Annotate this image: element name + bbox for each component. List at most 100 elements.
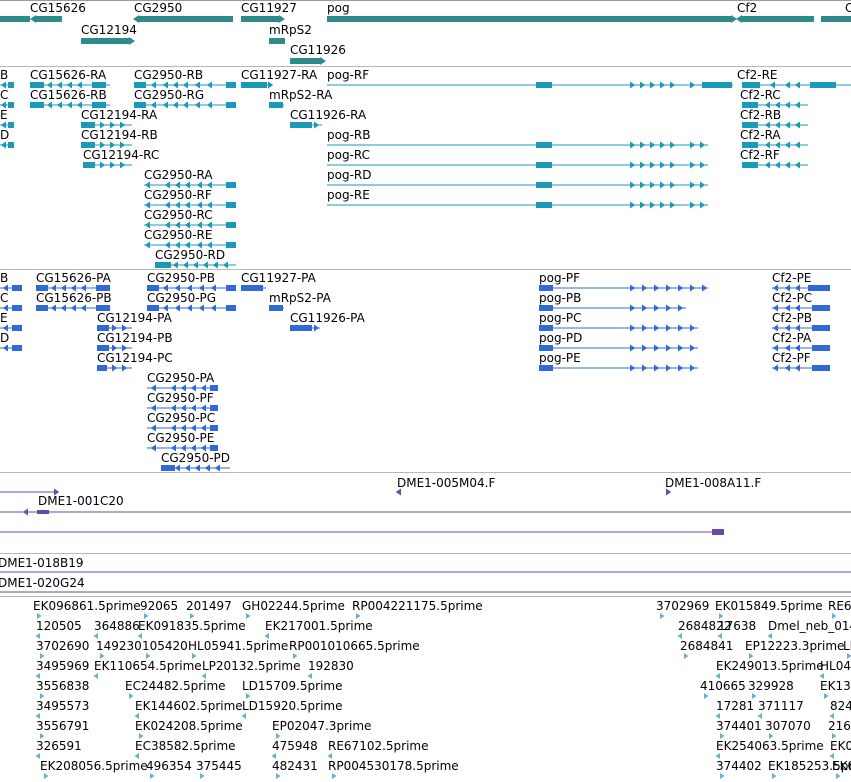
exon-block[interactable] xyxy=(536,182,552,188)
exon-block[interactable] xyxy=(12,305,22,311)
est-label[interactable]: EK0 xyxy=(830,739,851,753)
est-label[interactable]: HL04 xyxy=(820,659,851,673)
exon-block[interactable] xyxy=(536,202,552,208)
exon-block[interactable] xyxy=(8,102,14,108)
est-label[interactable]: 92065 xyxy=(140,599,178,613)
gene-label[interactable]: pog xyxy=(327,1,350,15)
est-label[interactable]: RE67102.5prime xyxy=(328,739,429,753)
transcript-label[interactable]: pog-RB xyxy=(327,128,370,142)
exon-block[interactable] xyxy=(226,222,236,228)
exon-block[interactable] xyxy=(12,325,22,331)
protein-label[interactable]: CG12194-PA xyxy=(97,311,172,325)
est-label[interactable]: 374401 xyxy=(716,719,762,733)
est-label[interactable]: GH02244.5prime xyxy=(242,599,345,613)
gene-label[interactable]: Cf2 xyxy=(737,1,757,15)
transcript-label[interactable]: CG2950-RC xyxy=(144,208,213,222)
est-label[interactable]: EK110654.5prime xyxy=(94,659,202,673)
est-label[interactable]: 201497 xyxy=(186,599,232,613)
exon-block[interactable] xyxy=(155,262,171,268)
transcript-label[interactable]: Cf2-RA xyxy=(740,128,781,142)
est-label[interactable]: 3556791 xyxy=(36,719,89,733)
transcript-label[interactable]: CG12194-RB xyxy=(81,128,158,142)
est-label[interactable]: LP20132.5prime xyxy=(202,659,301,673)
transcript-label[interactable]: D xyxy=(0,128,9,142)
transcript-label[interactable]: CG11926-RA xyxy=(290,108,366,122)
est-label[interactable]: EK13 xyxy=(820,679,851,693)
transcript-label[interactable]: CG2950-RG xyxy=(134,88,204,102)
est-label[interactable]: 149230 xyxy=(96,639,142,653)
exon-block[interactable] xyxy=(536,142,552,148)
exon-block[interactable] xyxy=(539,365,553,371)
clone-block[interactable] xyxy=(712,529,724,535)
est-label[interactable]: EK144602.5prime xyxy=(135,699,243,713)
est-label[interactable]: 307070 xyxy=(765,719,811,733)
exon-block[interactable] xyxy=(226,242,236,248)
gene-label[interactable]: CG2950 xyxy=(134,1,182,15)
est-label[interactable]: 824 xyxy=(830,699,851,713)
transcript-label[interactable]: Cf2-RF xyxy=(740,148,780,162)
est-label[interactable]: 496354 xyxy=(146,759,192,773)
clone-block[interactable] xyxy=(37,510,49,514)
protein-label[interactable]: Cf2-PC xyxy=(772,291,812,305)
est-label[interactable]: RP001010665.5prime xyxy=(289,639,420,653)
transcript-label[interactable]: CG11927-RA xyxy=(241,68,317,82)
est-label[interactable]: EK0 xyxy=(832,759,851,773)
exon-block[interactable] xyxy=(226,202,236,208)
est-label[interactable]: RP004221175.5prime xyxy=(352,599,483,613)
clone-label[interactable]: DME1-001C20 xyxy=(38,494,124,508)
est-label[interactable]: EC38582.5prime xyxy=(135,739,236,753)
est-label[interactable]: 105420 xyxy=(142,639,188,653)
clone-label[interactable]: DME1-018B19 xyxy=(0,556,84,570)
transcript-label[interactable]: CG15626-RB xyxy=(30,88,107,102)
clone-label[interactable]: DME1-005M04.F xyxy=(397,476,495,490)
est-label[interactable]: EK024208.5prime xyxy=(135,719,243,733)
protein-label[interactable]: pog-PE xyxy=(539,351,581,365)
protein-label[interactable]: E xyxy=(0,311,8,325)
gene-label[interactable]: mRpS2 xyxy=(269,23,312,37)
exon-block[interactable] xyxy=(83,162,95,168)
clone-label[interactable]: DME1-020G24 xyxy=(0,576,85,590)
transcript-label[interactable]: Cf2-RC xyxy=(740,88,781,102)
exon-block[interactable] xyxy=(226,285,236,291)
exon-block[interactable] xyxy=(8,142,14,148)
est-label[interactable]: HL05941.5prime xyxy=(188,639,288,653)
transcript-label[interactable]: CG12194-RA xyxy=(81,108,157,122)
transcript-label[interactable]: CG2950-RB xyxy=(134,68,203,82)
exon-block[interactable] xyxy=(36,305,48,311)
gene-body[interactable] xyxy=(821,16,851,22)
exon-block[interactable] xyxy=(290,325,312,331)
est-label[interactable]: EK217001.5prime xyxy=(265,619,373,633)
transcript-label[interactable]: E xyxy=(0,108,8,122)
est-label[interactable]: EK015849.5prime xyxy=(715,599,823,613)
exon-block[interactable] xyxy=(161,465,175,471)
exon-block[interactable] xyxy=(226,305,236,311)
protein-label[interactable]: Cf2-PF xyxy=(772,351,811,365)
est-label[interactable]: EP02047.3prime xyxy=(272,719,371,733)
transcript-label[interactable]: Cf2-RE xyxy=(737,68,778,82)
transcript-label[interactable]: CG2950-RA xyxy=(144,168,213,182)
protein-label[interactable]: Cf2-PA xyxy=(772,331,811,345)
exon-block[interactable] xyxy=(241,82,267,88)
est-label[interactable]: EK249013.5prime xyxy=(716,659,824,673)
exon-block[interactable] xyxy=(97,365,107,371)
est-label[interactable]: EK254063.5prime xyxy=(716,739,824,753)
protein-label[interactable]: CG15626-PA xyxy=(36,271,111,285)
gene-body[interactable] xyxy=(742,16,814,22)
exon-block[interactable] xyxy=(812,305,830,311)
est-label[interactable]: 192830 xyxy=(308,659,354,673)
protein-label[interactable]: CG2950-PC xyxy=(147,411,215,425)
exon-block[interactable] xyxy=(290,122,312,128)
gene-body[interactable] xyxy=(290,58,320,64)
est-label[interactable]: 326591 xyxy=(36,739,82,753)
exon-block[interactable] xyxy=(536,82,552,88)
est-label[interactable]: LD15920.5prime xyxy=(242,699,343,713)
exon-block[interactable] xyxy=(30,102,44,108)
transcript-label[interactable]: pog-RE xyxy=(327,188,370,202)
est-label[interactable]: 3556838 xyxy=(36,679,89,693)
exon-block[interactable] xyxy=(226,82,236,88)
exon-block[interactable] xyxy=(12,345,22,351)
est-label[interactable]: 410665 xyxy=(700,679,746,693)
est-label[interactable]: 17281 xyxy=(716,699,754,713)
est-label[interactable]: EK208056.5prime xyxy=(40,759,148,773)
est-label[interactable]: 17638 xyxy=(718,619,756,633)
